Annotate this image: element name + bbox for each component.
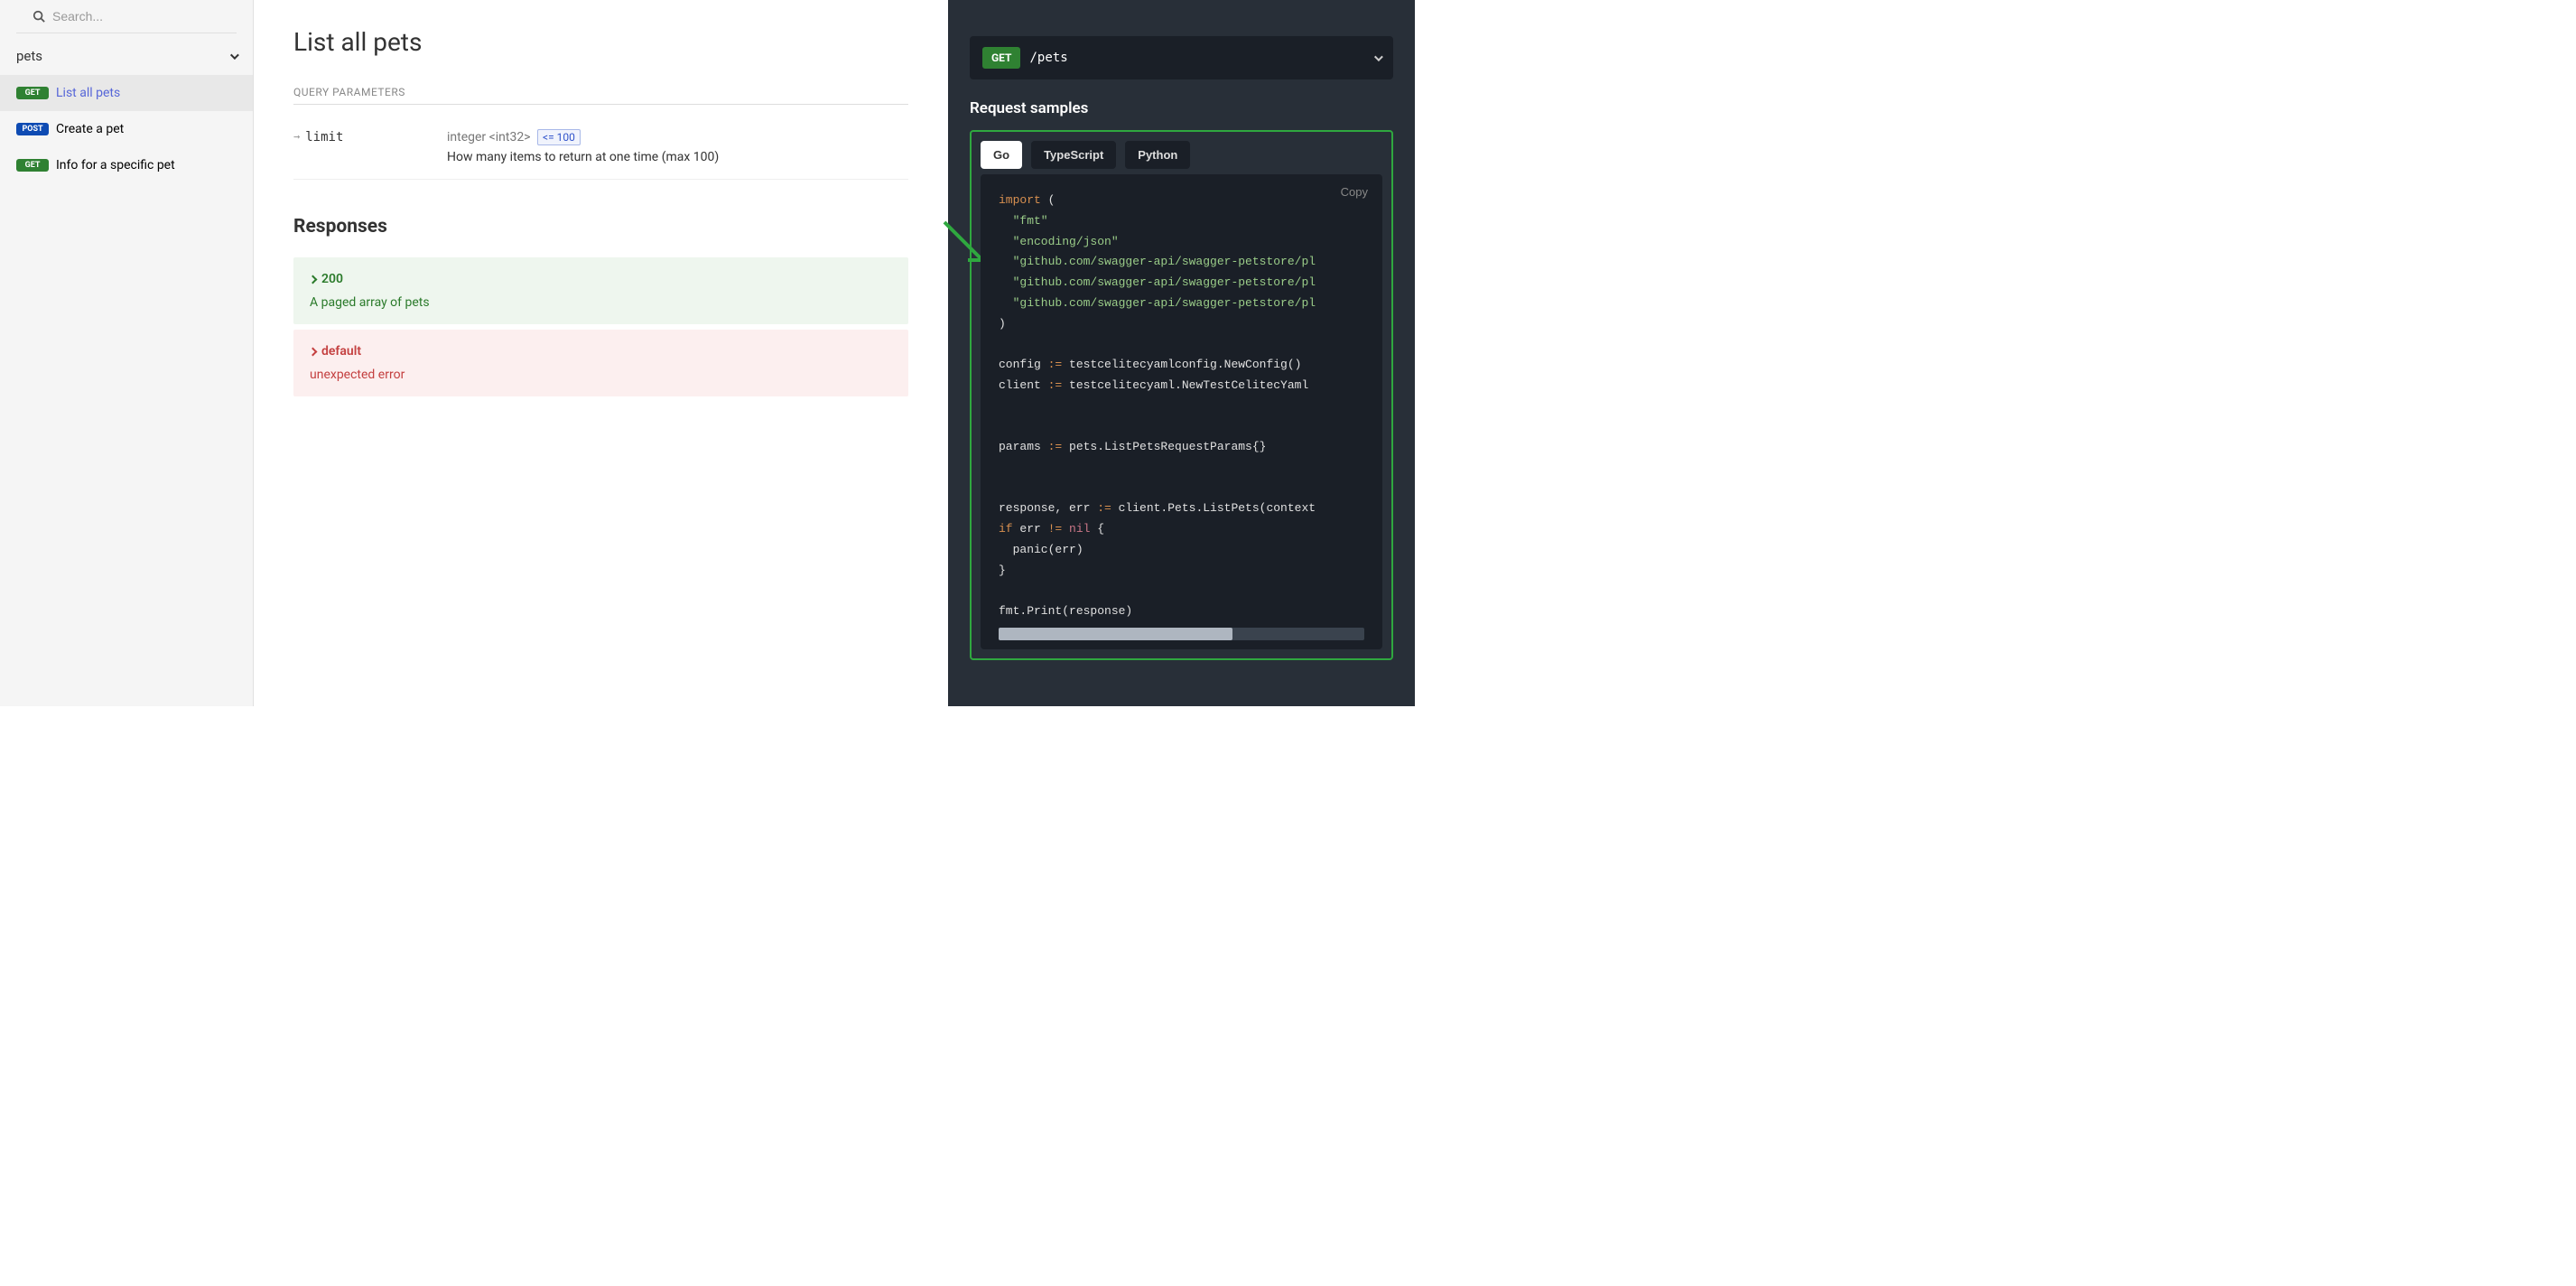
sidebar-section-pets[interactable]: pets: [0, 33, 253, 75]
request-samples-box: Go TypeScript Python Copy import ( "fmt"…: [970, 130, 1393, 660]
chevron-down-icon: [230, 51, 239, 60]
method-badge: GET: [16, 87, 49, 99]
response-code: 200: [321, 272, 343, 286]
responses-title: Responses: [293, 216, 908, 238]
sidebar-item-create-a-pet[interactable]: POST Create a pet: [0, 111, 253, 147]
endpoint-selector[interactable]: GET /pets: [970, 36, 1393, 79]
response-code-row: 200: [310, 272, 892, 286]
param-name: limit: [305, 130, 343, 144]
response-description: unexpected error: [310, 368, 892, 382]
tab-python[interactable]: Python: [1125, 141, 1190, 169]
sidebar-item-label: List all pets: [56, 86, 120, 100]
endpoint-path: /pets: [1029, 51, 1365, 65]
search-icon: [33, 10, 45, 23]
tab-go[interactable]: Go: [981, 141, 1022, 169]
param-type: integer <int32>: [447, 130, 531, 144]
sidebar-item-info-for-a-specific-pet[interactable]: GET Info for a specific pet: [0, 147, 253, 183]
main-content: List all pets QUERY PARAMETERS → limit i…: [254, 0, 948, 706]
sidebar-item-list-all-pets[interactable]: GET List all pets: [0, 75, 253, 111]
response-description: A paged array of pets: [310, 295, 892, 310]
param-constraint: <= 100: [537, 129, 581, 145]
chevron-right-icon: [309, 347, 318, 356]
code-sample: import ( "fmt" "encoding/json" "github.c…: [999, 191, 1364, 622]
search-box: [16, 0, 237, 33]
chevron-right-icon: [309, 275, 318, 284]
method-badge: GET: [982, 47, 1020, 69]
param-description: How many items to return at one time (ma…: [447, 150, 908, 164]
page-title: List all pets: [293, 27, 908, 57]
response-200[interactable]: 200 A paged array of pets: [293, 257, 908, 324]
horizontal-scrollbar[interactable]: [999, 628, 1364, 640]
chevron-down-icon: [1374, 52, 1383, 61]
sidebar-section-label: pets: [16, 48, 42, 64]
sidebar-item-label: Info for a specific pet: [56, 158, 175, 172]
request-samples-title: Request samples: [970, 99, 1393, 117]
sidebar-item-label: Create a pet: [56, 122, 124, 136]
arrow-right-icon: →: [293, 130, 300, 143]
scrollbar-thumb[interactable]: [999, 628, 1232, 640]
response-code-row: default: [310, 344, 892, 359]
tab-typescript[interactable]: TypeScript: [1031, 141, 1116, 169]
method-badge: GET: [16, 159, 49, 172]
param-desc-cell: integer <int32> <= 100 How many items to…: [447, 130, 908, 164]
param-name-cell: → limit: [293, 130, 429, 164]
method-badge: POST: [16, 123, 49, 135]
code-tabs: Go TypeScript Python: [981, 141, 1382, 169]
code-container: Copy import ( "fmt" "encoding/json" "git…: [981, 174, 1382, 649]
param-row: → limit integer <int32> <= 100 How many …: [293, 121, 908, 180]
right-panel: GET /pets Request samples Go TypeScript …: [948, 0, 1415, 706]
query-parameters-label: QUERY PARAMETERS: [293, 86, 908, 105]
search-input[interactable]: [52, 9, 220, 23]
copy-button[interactable]: Copy: [1341, 185, 1368, 199]
response-code: default: [321, 344, 361, 359]
sidebar: pets GET List all pets POST Create a pet…: [0, 0, 254, 706]
response-default[interactable]: default unexpected error: [293, 330, 908, 396]
